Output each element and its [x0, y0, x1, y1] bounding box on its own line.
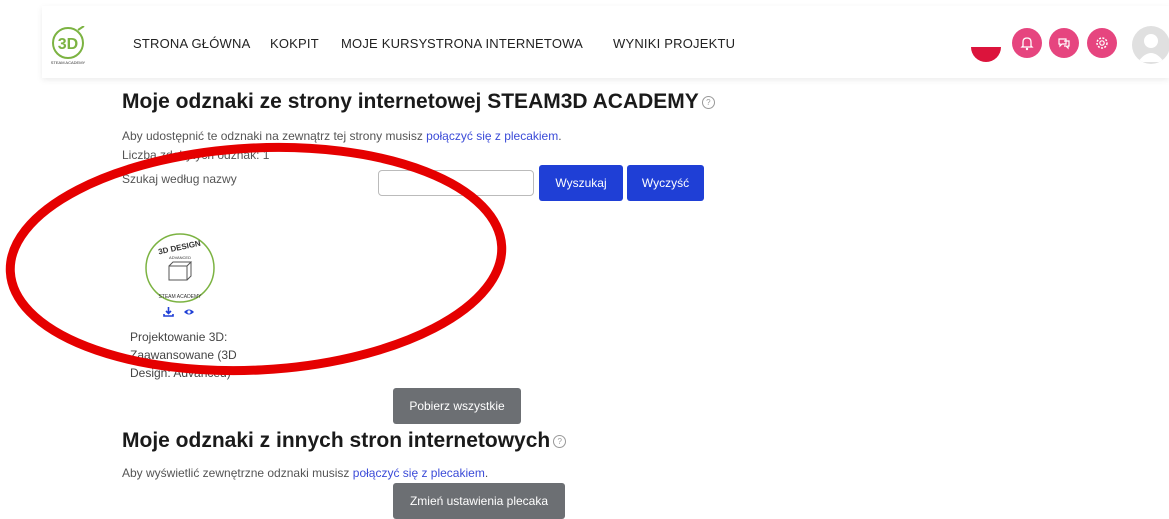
- backpack-settings-button[interactable]: Zmień ustawienia plecaka: [393, 483, 565, 519]
- svg-text:3D: 3D: [58, 36, 78, 53]
- svg-text:STEAM ACADEMY: STEAM ACADEMY: [51, 60, 86, 65]
- svg-text:STEAM ACADEMY: STEAM ACADEMY: [158, 294, 202, 300]
- search-label: Szukaj według nazwy: [122, 172, 237, 186]
- download-all-button[interactable]: Pobierz wszystkie: [393, 388, 521, 424]
- messages-button[interactable]: [1049, 28, 1079, 58]
- settings-button[interactable]: [1087, 28, 1117, 58]
- badge-actions: [163, 306, 195, 320]
- logo-icon: 3D STEAM ACADEMY: [51, 25, 86, 65]
- view-eye-icon[interactable]: [183, 306, 195, 320]
- nav-project-results[interactable]: WYNIKI PROJEKTU: [613, 36, 735, 51]
- badge-count: Liczba zdobytych odznak: 1: [122, 148, 270, 162]
- user-avatar[interactable]: [1132, 26, 1169, 64]
- svg-text:ADVANCED: ADVANCED: [169, 255, 191, 260]
- share-text: Aby udostępnić te odznaki na zewnątrz te…: [122, 129, 562, 143]
- external-text: Aby wyświetlić zewnętrzne odznaki musisz…: [122, 466, 489, 480]
- bell-icon: [1020, 37, 1034, 51]
- search-button[interactable]: Wyszukaj: [539, 165, 623, 201]
- connect-backpack-link[interactable]: połączyć się z plecakiem: [426, 129, 558, 143]
- avatar-icon: [1138, 34, 1164, 62]
- section-title-external-badges: Moje odznaki z innych stron internetowyc…: [122, 429, 567, 453]
- help-icon[interactable]: ?: [553, 434, 567, 448]
- language-flag-pl[interactable]: [971, 32, 1001, 62]
- gear-icon: [1096, 37, 1108, 49]
- nav-dashboard[interactable]: KOKPIT: [270, 36, 319, 51]
- nav-home[interactable]: STRONA GŁÓWNA: [133, 36, 250, 51]
- section-title-site-badges: Moje odznaki ze strony internetowej STEA…: [122, 90, 715, 114]
- badge-image[interactable]: 3D DESIGN ADVANCED STEAM ACADEMY: [140, 228, 220, 306]
- notifications-button[interactable]: [1012, 28, 1042, 58]
- clear-button[interactable]: Wyczyść: [627, 165, 704, 201]
- nav-my-courses[interactable]: MOJE KURSY: [341, 36, 428, 51]
- badge-name[interactable]: Projektowanie 3D: Zaawansowane (3D Desig…: [130, 328, 250, 382]
- site-logo[interactable]: 3D STEAM ACADEMY: [48, 25, 94, 66]
- connect-backpack-link[interactable]: połączyć się z plecakiem: [353, 466, 485, 480]
- nav-website[interactable]: STRONA INTERNETOWA: [427, 36, 583, 51]
- top-navbar: 3D STEAM ACADEMY STRONA GŁÓWNA KOKPIT MO…: [42, 6, 1169, 78]
- download-icon[interactable]: [163, 306, 177, 320]
- chat-icon: [1058, 38, 1070, 50]
- badge-3d-design-icon: 3D DESIGN ADVANCED STEAM ACADEMY: [145, 233, 215, 303]
- help-icon[interactable]: ?: [701, 95, 715, 109]
- search-input[interactable]: [378, 170, 534, 196]
